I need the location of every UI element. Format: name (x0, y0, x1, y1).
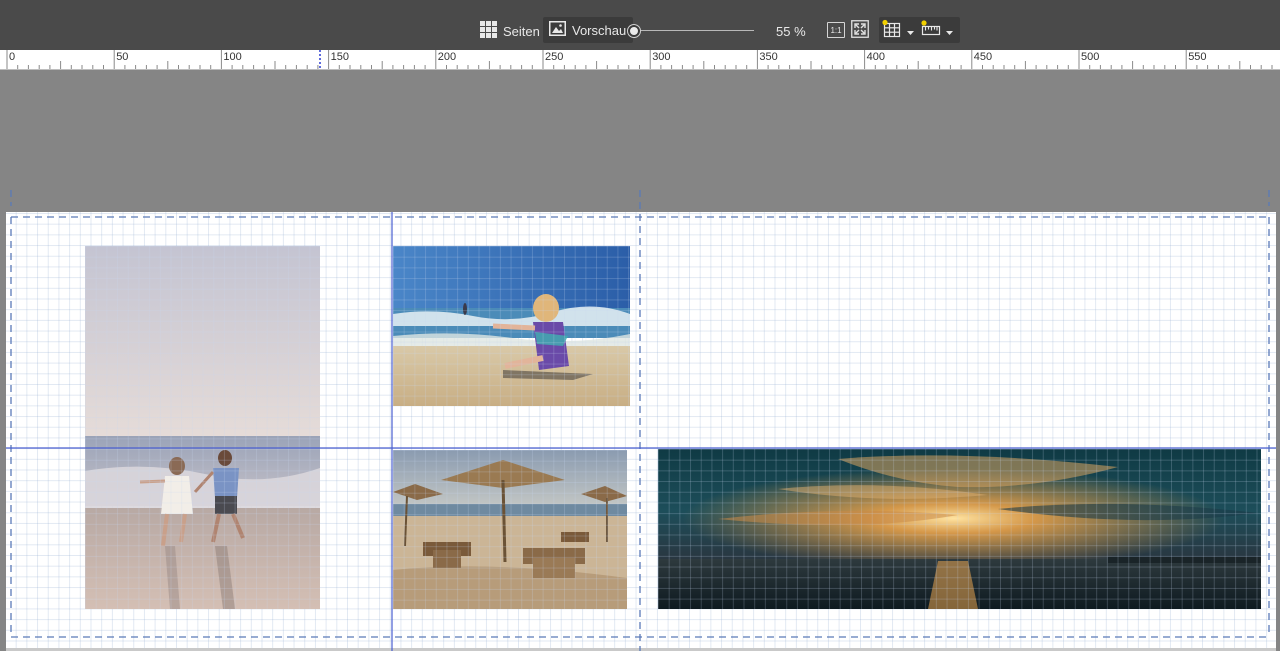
ruler-label: 300 (652, 51, 671, 63)
actual-size-button[interactable]: 1:1 (827, 22, 845, 38)
zoom-slider-handle[interactable] (628, 25, 640, 37)
chevron-down-icon (907, 23, 914, 38)
ruler-label: 400 (866, 51, 885, 63)
photo-grid-overlay (393, 246, 630, 406)
image-icon (549, 21, 566, 39)
photo-beach-umbrellas[interactable] (393, 450, 627, 609)
ruler-label: 550 (1188, 51, 1207, 63)
ruler-settings-dropdown[interactable] (920, 17, 960, 43)
ruler-label: 50 (116, 51, 129, 63)
zoom-slider-track (634, 30, 754, 31)
photo-grid-overlay (85, 246, 320, 609)
photo-grid-overlay (658, 449, 1261, 609)
photo-sunset-panorama[interactable] (658, 449, 1261, 609)
zoom-slider[interactable] (628, 25, 754, 37)
pages-button[interactable]: Seiten (480, 18, 540, 44)
ruler-label: 500 (1081, 51, 1100, 63)
ruler-label: 150 (330, 51, 349, 63)
ruler-label: 350 (759, 51, 778, 63)
preview-button[interactable]: Vorschau (543, 17, 634, 43)
photo-child-on-beach[interactable] (393, 246, 630, 406)
zoom-value: 55 % (776, 23, 806, 39)
toolbar: Seiten Vorschau 55 % 1:1 (0, 0, 1280, 50)
fit-to-window-button[interactable] (851, 19, 869, 41)
ruler-label: 250 (545, 51, 564, 63)
ruler-label: 0 (9, 51, 16, 63)
grid-ruler-group (879, 17, 960, 43)
chevron-down-icon (946, 23, 953, 38)
horizontal-ruler[interactable]: 0 50 100 150 200 250 300 350 400 450 500 550 (0, 50, 1280, 70)
grid-settings-dropdown[interactable] (881, 17, 919, 43)
photo-couple-running-beach[interactable] (85, 246, 320, 609)
photo-grid-overlay (393, 450, 627, 609)
grid-settings-icon (881, 19, 903, 42)
preview-label: Vorschau (572, 22, 627, 38)
ruler-label: 450 (973, 51, 993, 63)
grid-icon (480, 21, 497, 41)
pages-label: Seiten (503, 23, 540, 39)
ruler-settings-icon (920, 19, 942, 42)
ruler-label: 200 (437, 51, 457, 63)
ruler-label: 100 (223, 51, 242, 63)
fit-to-window-icon (851, 19, 869, 41)
